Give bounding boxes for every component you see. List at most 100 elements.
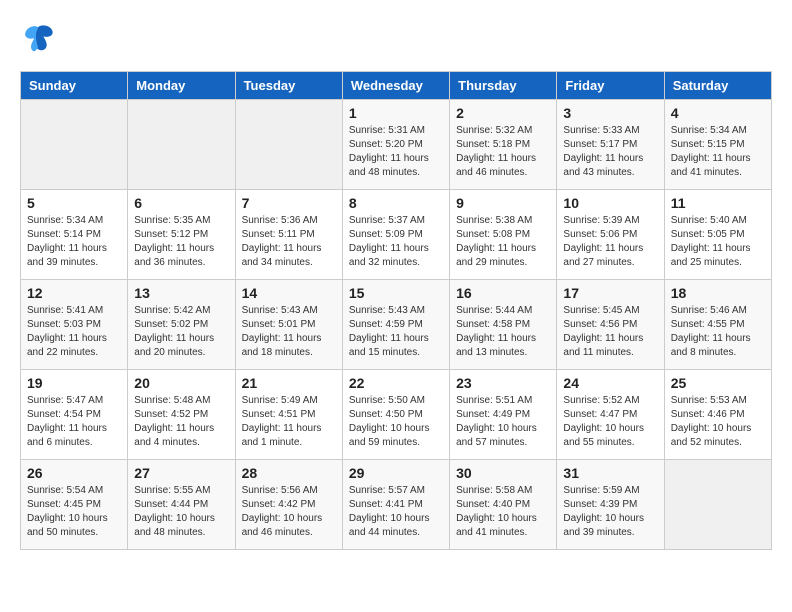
day-number: 10 [563, 195, 657, 211]
day-number: 20 [134, 375, 228, 391]
calendar-cell: 23 Sunrise: 5:51 AM Sunset: 4:49 PM Dayli… [450, 370, 557, 460]
day-info: Sunrise: 5:38 AM Sunset: 5:08 PM Dayligh… [456, 214, 550, 270]
day-info: Sunrise: 5:43 AM Sunset: 4:59 PM Dayligh… [349, 304, 443, 360]
day-info: Sunrise: 5:47 AM Sunset: 4:54 PM Dayligh… [27, 394, 121, 450]
day-info: Sunrise: 5:33 AM Sunset: 5:17 PM Dayligh… [563, 124, 657, 180]
calendar-cell: 14 Sunrise: 5:43 AM Sunset: 5:01 PM Dayli… [235, 280, 342, 370]
calendar-cell: 13 Sunrise: 5:42 AM Sunset: 5:02 PM Dayli… [128, 280, 235, 370]
calendar-cell: 22Sunrise: 5:50 AM Sunset: 4:50 PM Dayli… [342, 370, 449, 460]
day-number: 21 [242, 375, 336, 391]
day-number: 11 [671, 195, 765, 211]
day-number: 16 [456, 285, 550, 301]
weekday-header-friday: Friday [557, 72, 664, 100]
day-number: 17 [563, 285, 657, 301]
day-number: 27 [134, 465, 228, 481]
calendar-cell: 29Sunrise: 5:57 AM Sunset: 4:41 PM Dayli… [342, 460, 449, 550]
day-info: Sunrise: 5:45 AM Sunset: 4:56 PM Dayligh… [563, 304, 657, 360]
logo-bird-icon [20, 20, 56, 56]
day-info: Sunrise: 5:59 AM Sunset: 4:39 PM Dayligh… [563, 484, 657, 540]
calendar-cell [21, 100, 128, 190]
calendar-cell: 6Sunrise: 5:35 AM Sunset: 5:12 PM Daylig… [128, 190, 235, 280]
calendar-cell [235, 100, 342, 190]
calendar-cell: 16 Sunrise: 5:44 AM Sunset: 4:58 PM Dayli… [450, 280, 557, 370]
calendar-cell: 21 Sunrise: 5:49 AM Sunset: 4:51 PM Dayli… [235, 370, 342, 460]
calendar-cell: 26 Sunrise: 5:54 AM Sunset: 4:45 PM Dayli… [21, 460, 128, 550]
calendar-week-row: 5 Sunrise: 5:34 AM Sunset: 5:14 PM Daylig… [21, 190, 772, 280]
day-info: Sunrise: 5:34 AM Sunset: 5:15 PM Dayligh… [671, 124, 765, 180]
weekday-header-wednesday: Wednesday [342, 72, 449, 100]
day-number: 1 [349, 105, 443, 121]
day-info: Sunrise: 5:56 AM Sunset: 4:42 PM Dayligh… [242, 484, 336, 540]
day-info: Sunrise: 5:42 AM Sunset: 5:02 PM Dayligh… [134, 304, 228, 360]
day-info: Sunrise: 5:52 AM Sunset: 4:47 PM Dayligh… [563, 394, 657, 450]
calendar-cell: 24 Sunrise: 5:52 AM Sunset: 4:47 PM Dayli… [557, 370, 664, 460]
day-number: 9 [456, 195, 550, 211]
day-info: Sunrise: 5:36 AM Sunset: 5:11 PM Dayligh… [242, 214, 336, 270]
calendar-cell: 4 Sunrise: 5:34 AM Sunset: 5:15 PM Daylig… [664, 100, 771, 190]
calendar-cell: 3 Sunrise: 5:33 AM Sunset: 5:17 PM Daylig… [557, 100, 664, 190]
day-info: Sunrise: 5:41 AM Sunset: 5:03 PM Dayligh… [27, 304, 121, 360]
calendar-table: SundayMondayTuesdayWednesdayThursdayFrid… [20, 71, 772, 550]
day-info: Sunrise: 5:39 AM Sunset: 5:06 PM Dayligh… [563, 214, 657, 270]
calendar-cell: 10 Sunrise: 5:39 AM Sunset: 5:06 PM Dayli… [557, 190, 664, 280]
day-info: Sunrise: 5:58 AM Sunset: 4:40 PM Dayligh… [456, 484, 550, 540]
day-info: Sunrise: 5:34 AM Sunset: 5:14 PM Dayligh… [27, 214, 121, 270]
calendar-cell: 9 Sunrise: 5:38 AM Sunset: 5:08 PM Daylig… [450, 190, 557, 280]
day-info: Sunrise: 5:48 AM Sunset: 4:52 PM Dayligh… [134, 394, 228, 450]
calendar-cell: 12 Sunrise: 5:41 AM Sunset: 5:03 PM Dayli… [21, 280, 128, 370]
day-number: 29 [349, 465, 443, 481]
day-number: 7 [242, 195, 336, 211]
calendar-week-row: 12 Sunrise: 5:41 AM Sunset: 5:03 PM Dayli… [21, 280, 772, 370]
day-number: 22 [349, 375, 443, 391]
day-number: 23 [456, 375, 550, 391]
day-number: 30 [456, 465, 550, 481]
calendar-cell: 15 Sunrise: 5:43 AM Sunset: 4:59 PM Dayli… [342, 280, 449, 370]
day-info: Sunrise: 5:43 AM Sunset: 5:01 PM Dayligh… [242, 304, 336, 360]
calendar-week-row: 1 Sunrise: 5:31 AM Sunset: 5:20 PM Daylig… [21, 100, 772, 190]
day-number: 5 [27, 195, 121, 211]
day-number: 31 [563, 465, 657, 481]
weekday-header-monday: Monday [128, 72, 235, 100]
calendar-cell: 28 Sunrise: 5:56 AM Sunset: 4:42 PM Dayli… [235, 460, 342, 550]
day-number: 8 [349, 195, 443, 211]
day-number: 26 [27, 465, 121, 481]
day-number: 15 [349, 285, 443, 301]
day-number: 25 [671, 375, 765, 391]
day-number: 18 [671, 285, 765, 301]
day-number: 14 [242, 285, 336, 301]
weekday-header-sunday: Sunday [21, 72, 128, 100]
calendar-cell: 5 Sunrise: 5:34 AM Sunset: 5:14 PM Daylig… [21, 190, 128, 280]
logo [20, 20, 62, 56]
day-info: Sunrise: 5:44 AM Sunset: 4:58 PM Dayligh… [456, 304, 550, 360]
day-info: Sunrise: 5:54 AM Sunset: 4:45 PM Dayligh… [27, 484, 121, 540]
day-number: 28 [242, 465, 336, 481]
calendar-cell: 11Sunrise: 5:40 AM Sunset: 5:05 PM Dayli… [664, 190, 771, 280]
day-number: 3 [563, 105, 657, 121]
calendar-cell: 30 Sunrise: 5:58 AM Sunset: 4:40 PM Dayli… [450, 460, 557, 550]
day-info: Sunrise: 5:49 AM Sunset: 4:51 PM Dayligh… [242, 394, 336, 450]
calendar-cell: 1 Sunrise: 5:31 AM Sunset: 5:20 PM Daylig… [342, 100, 449, 190]
day-info: Sunrise: 5:55 AM Sunset: 4:44 PM Dayligh… [134, 484, 228, 540]
calendar-cell: 27 Sunrise: 5:55 AM Sunset: 4:44 PM Dayli… [128, 460, 235, 550]
day-number: 13 [134, 285, 228, 301]
day-info: Sunrise: 5:31 AM Sunset: 5:20 PM Dayligh… [349, 124, 443, 180]
calendar-cell: 25 Sunrise: 5:53 AM Sunset: 4:46 PM Dayli… [664, 370, 771, 460]
calendar-cell: 20 Sunrise: 5:48 AM Sunset: 4:52 PM Dayli… [128, 370, 235, 460]
day-number: 19 [27, 375, 121, 391]
day-info: Sunrise: 5:46 AM Sunset: 4:55 PM Dayligh… [671, 304, 765, 360]
calendar-cell: 17 Sunrise: 5:45 AM Sunset: 4:56 PM Dayli… [557, 280, 664, 370]
day-number: 2 [456, 105, 550, 121]
day-number: 6 [134, 195, 228, 211]
calendar-week-row: 26 Sunrise: 5:54 AM Sunset: 4:45 PM Dayli… [21, 460, 772, 550]
calendar-cell: 2 Sunrise: 5:32 AM Sunset: 5:18 PM Daylig… [450, 100, 557, 190]
day-number: 4 [671, 105, 765, 121]
day-info: Sunrise: 5:32 AM Sunset: 5:18 PM Dayligh… [456, 124, 550, 180]
day-number: 12 [27, 285, 121, 301]
calendar-cell: 19 Sunrise: 5:47 AM Sunset: 4:54 PM Dayli… [21, 370, 128, 460]
calendar-cell [664, 460, 771, 550]
day-info: Sunrise: 5:53 AM Sunset: 4:46 PM Dayligh… [671, 394, 765, 450]
calendar-week-row: 19 Sunrise: 5:47 AM Sunset: 4:54 PM Dayli… [21, 370, 772, 460]
day-info: Sunrise: 5:51 AM Sunset: 4:49 PM Dayligh… [456, 394, 550, 450]
calendar-cell: 8Sunrise: 5:37 AM Sunset: 5:09 PM Daylig… [342, 190, 449, 280]
day-number: 24 [563, 375, 657, 391]
